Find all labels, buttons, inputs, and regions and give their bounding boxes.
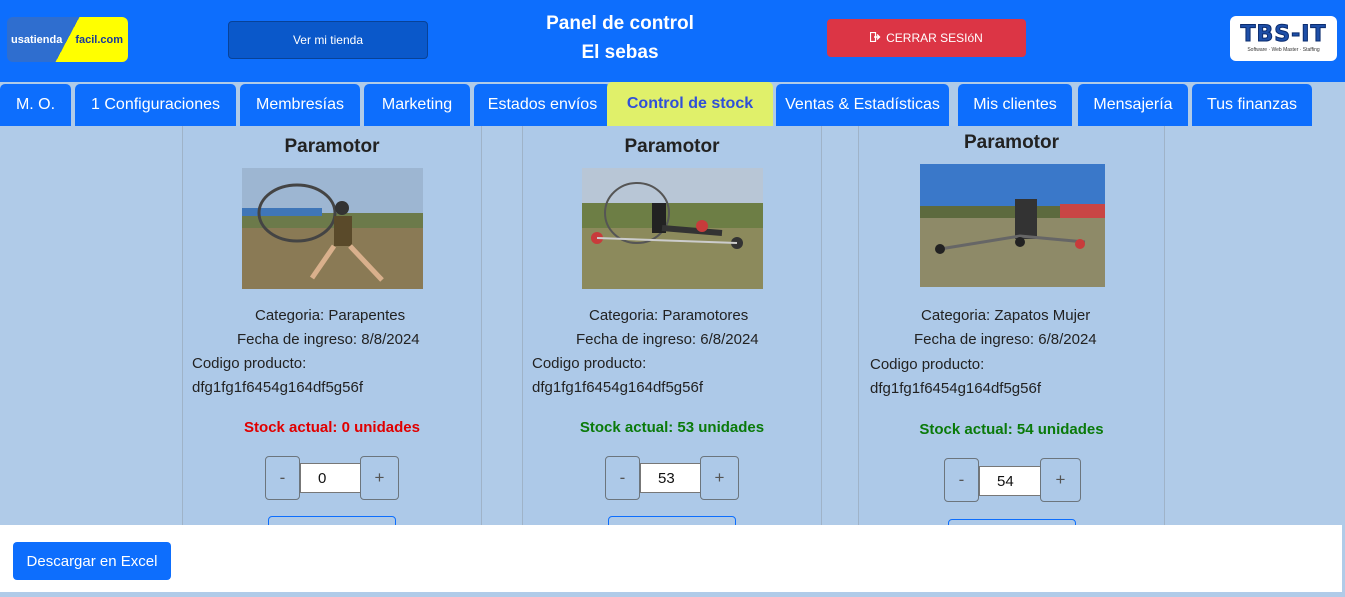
tbs-it-logo-tagline: Software · Web Master · Staffing: [1247, 47, 1320, 53]
product-name: Paramotor: [963, 132, 1060, 153]
increase-button[interactable]: +: [700, 456, 739, 500]
stock-status: Stock actual: 53 unidades: [579, 419, 765, 436]
main-tabs: M. O. 1 Configuraciones Membresías Marke…: [0, 82, 1345, 126]
tab-mo[interactable]: M. O.: [0, 84, 71, 126]
logout-label: CERRAR SESIóN: [886, 31, 983, 45]
view-store-button[interactable]: Ver mi tienda: [228, 21, 428, 59]
tab-ventas-estadisticas[interactable]: Ventas & Estadísticas: [776, 84, 949, 126]
product-code-label: Codigo producto:: [870, 356, 985, 373]
product-image: [582, 168, 763, 289]
product-code: dfg1fg1f6454g164df5g56f: [532, 379, 703, 396]
product-date: Fecha de ingreso: 6/8/2024: [576, 331, 759, 348]
footer-bar: [0, 525, 1342, 592]
product-category: Categoria: Zapatos Mujer: [921, 307, 1091, 324]
product-code: dfg1fg1f6454g164df5g56f: [192, 379, 363, 396]
tab-marketing[interactable]: Marketing: [364, 84, 470, 126]
tbs-it-logo-text: TBS-IT: [1240, 22, 1327, 47]
tab-mensajeria[interactable]: Mensajería: [1078, 84, 1188, 126]
decrease-button[interactable]: -: [944, 458, 979, 502]
tbs-it-logo: TBS-IT Software · Web Master · Staffing: [1230, 16, 1337, 61]
product-date: Fecha de ingreso: 6/8/2024: [914, 331, 1097, 348]
product-category: Categoria: Paramotores: [589, 307, 749, 324]
product-code: dfg1fg1f6454g164df5g56f: [870, 380, 1041, 397]
product-code-label: Codigo producto:: [532, 355, 647, 372]
tab-control-de-stock[interactable]: Control de stock: [607, 82, 773, 126]
logo-text-part2: facil.com: [75, 33, 123, 46]
logout-icon: [870, 31, 882, 45]
product-code-label: Codigo producto:: [192, 355, 307, 372]
product-image: [242, 168, 423, 289]
tab-membresias[interactable]: Membresías: [240, 84, 360, 126]
tab-estados-envios[interactable]: Estados envíos: [474, 84, 611, 126]
product-category: Categoria: Parapentes: [255, 307, 406, 324]
product-card: Paramotor Categoria: Parapentes Fecha de…: [182, 126, 482, 536]
quantity-input[interactable]: 53: [640, 463, 701, 493]
decrease-button[interactable]: -: [265, 456, 300, 500]
increase-button[interactable]: +: [360, 456, 399, 500]
download-excel-button[interactable]: Descargar en Excel: [13, 542, 171, 580]
product-image: [920, 164, 1105, 287]
page-title: Panel de control El sebas: [520, 9, 720, 67]
product-name: Paramotor: [284, 136, 380, 157]
page-title-line2: El sebas: [581, 42, 659, 63]
quantity-input[interactable]: 0: [300, 463, 361, 493]
page-title-line1: Panel de control: [546, 13, 694, 34]
product-name: Paramotor: [624, 136, 720, 157]
top-header: usatienda facil.com Ver mi tienda Panel …: [0, 0, 1345, 82]
tab-mis-clientes[interactable]: Mis clientes: [958, 84, 1072, 126]
stock-status: Stock actual: 0 unidades: [244, 419, 420, 436]
decrease-button[interactable]: -: [605, 456, 640, 500]
product-date: Fecha de ingreso: 8/8/2024: [237, 331, 420, 348]
quantity-input[interactable]: 54: [979, 466, 1041, 496]
logout-button[interactable]: CERRAR SESIóN: [827, 19, 1026, 57]
tab-tus-finanzas[interactable]: Tus finanzas: [1192, 84, 1312, 126]
stock-status: Stock actual: 54 unidades: [919, 421, 1104, 438]
tab-configuraciones[interactable]: 1 Configuraciones: [75, 84, 236, 126]
usatiendafacil-logo[interactable]: usatienda facil.com: [7, 17, 128, 62]
increase-button[interactable]: +: [1040, 458, 1081, 502]
logo-text-part1: usatienda: [11, 33, 63, 46]
product-card: Paramotor Categoria: Zapatos Mujer Fecha…: [858, 126, 1165, 539]
product-card: Paramotor Categoria: Paramotores Fecha d…: [522, 126, 822, 536]
